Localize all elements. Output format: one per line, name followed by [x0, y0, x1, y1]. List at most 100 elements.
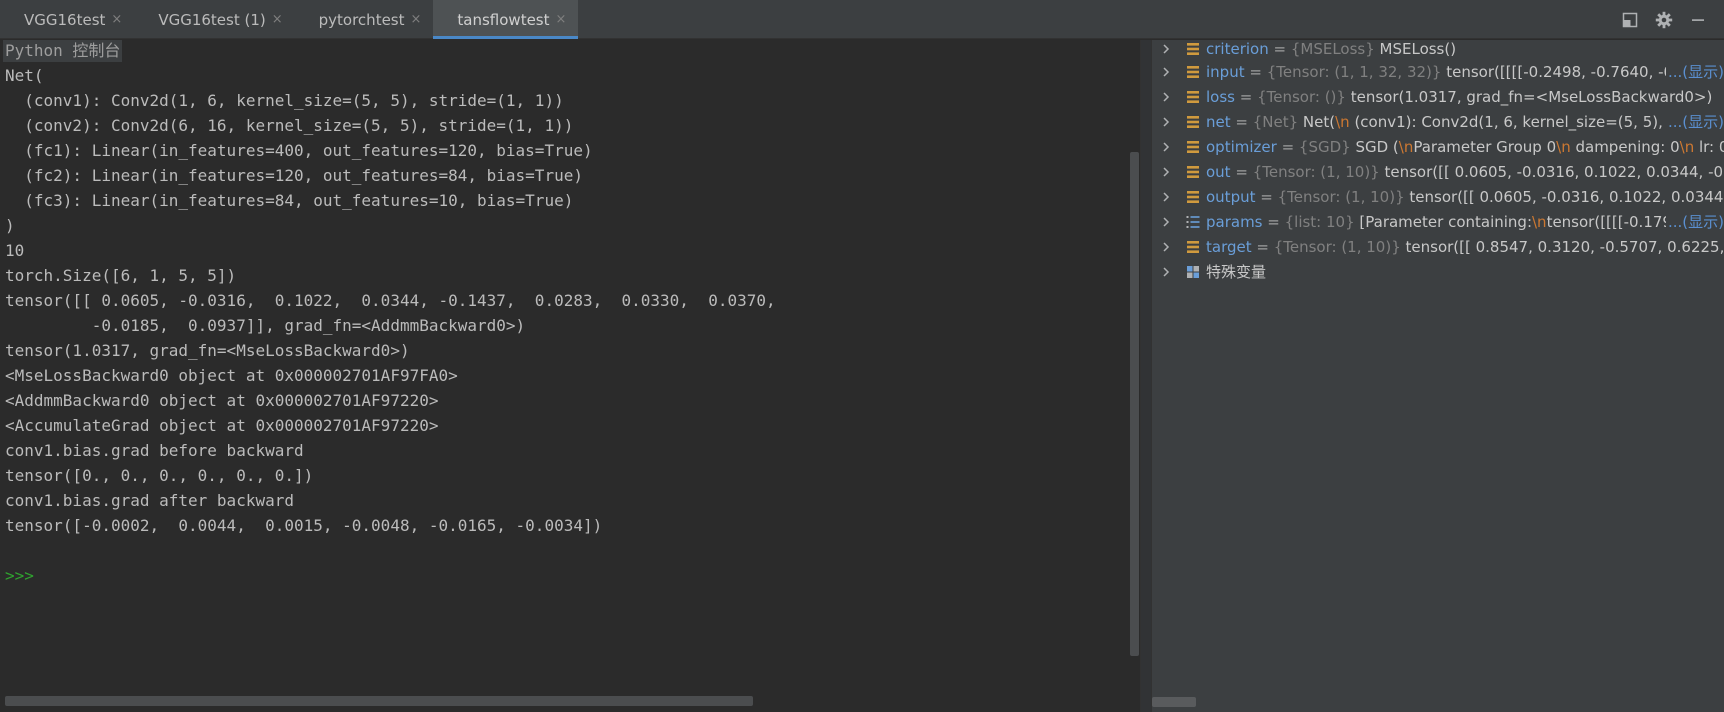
- escape-sequence: \n: [1335, 113, 1350, 131]
- close-icon[interactable]: ×: [411, 12, 422, 27]
- variable-row-target[interactable]: target = {Tensor: (1, 10)} tensor([[ 0.8…: [1152, 235, 1724, 259]
- console-horizontal-scrollbar[interactable]: [5, 696, 753, 706]
- show-more-link[interactable]: ...(显示): [1665, 60, 1724, 84]
- variables-horizontal-scrollbar[interactable]: [1152, 697, 1196, 707]
- variable-name: 特殊变量: [1206, 263, 1267, 281]
- variable-equals: =: [1234, 88, 1258, 106]
- variable-name: net: [1206, 113, 1231, 131]
- show-more-link[interactable]: ...(显示): [1665, 110, 1724, 134]
- console-prompt[interactable]: >>>: [5, 565, 34, 587]
- console-output-line: tensor([0., 0., 0., 0., 0., 0.]): [5, 466, 314, 485]
- variable-row-special-variables[interactable]: 特殊变量: [1152, 260, 1724, 284]
- variable-name: target: [1206, 238, 1252, 256]
- console-output-line: conv1.bias.grad after backward: [5, 491, 294, 510]
- chevron-right-icon[interactable]: [1160, 241, 1172, 253]
- variable-text: optimizer = {SGD} SGD (\nParameter Group…: [1206, 135, 1724, 159]
- field-icon: [1187, 116, 1199, 128]
- variable-row-criterion[interactable]: criterion = {MSELoss} MSELoss(): [1152, 40, 1724, 61]
- field-icon: [1187, 43, 1199, 55]
- chevron-right-icon[interactable]: [1160, 43, 1172, 55]
- field-icon: [1187, 66, 1199, 78]
- variable-row-out[interactable]: out = {Tensor: (1, 10)} tensor([[ 0.0605…: [1152, 160, 1724, 184]
- tab-vgg16test-1[interactable]: VGG16test (1) ×: [134, 0, 294, 39]
- console-header: Python 控制台: [3, 40, 123, 62]
- variable-row-input[interactable]: input = {Tensor: (1, 1, 32, 32)} tensor(…: [1152, 60, 1724, 84]
- minimize-icon[interactable]: [1686, 8, 1710, 32]
- console-output-line: 10: [5, 241, 25, 260]
- layout-icon[interactable]: [1618, 8, 1642, 32]
- variable-text: 特殊变量: [1206, 260, 1266, 284]
- console-output-line: <AddmmBackward0 object at 0x000002701AF9…: [5, 391, 439, 410]
- tab-label: VGG16test (1): [158, 10, 266, 29]
- variables-panel: criterion = {MSELoss} MSELoss() input = …: [1152, 40, 1724, 712]
- tab-label: tansflowtest: [457, 10, 550, 29]
- variable-name: output: [1206, 188, 1256, 206]
- escape-sequence: \n: [1679, 138, 1695, 156]
- tab-list: VGG16test × VGG16test (1) × pytorchtest …: [0, 0, 579, 39]
- variable-value: [Parameter containing:\ntensor([[[[-0.17…: [1354, 213, 1706, 231]
- chevron-right-icon[interactable]: [1160, 116, 1172, 128]
- console-output-line: -0.0185, 0.0937]], grad_fn=<AddmmBackwar…: [5, 316, 526, 335]
- variable-text: loss = {Tensor: ()} tensor(1.0317, grad_…: [1206, 85, 1712, 109]
- field-icon: [1187, 166, 1199, 178]
- variable-value: tensor([[ 0.0605, -0.0316, 0.1022, 0.034…: [1404, 188, 1724, 206]
- chevron-right-icon[interactable]: [1160, 91, 1172, 103]
- console-output-line: conv1.bias.grad before backward: [5, 441, 304, 460]
- variable-row-loss[interactable]: loss = {Tensor: ()} tensor(1.0317, grad_…: [1152, 85, 1724, 109]
- variable-text: output = {Tensor: (1, 10)} tensor([[ 0.0…: [1206, 185, 1724, 209]
- editor-tab-bar: VGG16test × VGG16test (1) × pytorchtest …: [0, 0, 1724, 39]
- console-output-line: tensor(1.0317, grad_fn=<MseLossBackward0…: [5, 341, 410, 360]
- chevron-right-icon[interactable]: [1160, 141, 1172, 153]
- console-output-line: torch.Size([6, 1, 5, 5]): [5, 266, 237, 285]
- field-icon: [1187, 241, 1199, 253]
- escape-sequence: \n: [1532, 213, 1547, 231]
- variable-type: {MSELoss}: [1290, 40, 1375, 58]
- console-output-line: (conv2): Conv2d(6, 16, kernel_size=(5, 5…: [5, 116, 574, 135]
- tab-toolbar: [1618, 0, 1724, 39]
- variable-row-params[interactable]: params = {list: 10} [Parameter containin…: [1152, 210, 1724, 234]
- python-console[interactable]: Python 控制台 Net( (conv1): Conv2d(1, 6, ke…: [0, 40, 1140, 712]
- chevron-right-icon[interactable]: [1160, 191, 1172, 203]
- variable-text: out = {Tensor: (1, 10)} tensor([[ 0.0605…: [1206, 160, 1724, 184]
- panel-divider[interactable]: [1140, 40, 1152, 712]
- variable-text: params = {list: 10} [Parameter containin…: [1206, 210, 1705, 234]
- variable-type: {Tensor: (1, 10)}: [1273, 238, 1401, 256]
- variable-row-net[interactable]: net = {Net} Net(\n (conv1): Conv2d(1, 6,…: [1152, 110, 1724, 134]
- chevron-right-icon[interactable]: [1160, 266, 1172, 278]
- variable-equals: =: [1268, 40, 1291, 58]
- variable-value: Net(\n (conv1): Conv2d(1, 6, kernel_size…: [1298, 113, 1700, 131]
- variable-equals: =: [1262, 213, 1285, 231]
- show-more-link[interactable]: ...(显示): [1665, 210, 1724, 234]
- console-vertical-scrollbar[interactable]: [1130, 152, 1139, 656]
- console-output-line: (conv1): Conv2d(1, 6, kernel_size=(5, 5)…: [5, 91, 564, 110]
- close-icon[interactable]: ×: [111, 12, 122, 27]
- variable-type: {Tensor: ()}: [1257, 88, 1346, 106]
- tab-tansflowtest[interactable]: tansflowtest ×: [433, 0, 579, 39]
- tab-vgg16test[interactable]: VGG16test ×: [0, 0, 134, 39]
- variable-value: MSELoss(): [1374, 40, 1457, 58]
- tab-label: pytorchtest: [318, 10, 405, 29]
- chevron-right-icon[interactable]: [1160, 166, 1172, 178]
- chevron-right-icon[interactable]: [1160, 216, 1172, 228]
- field-icon: [1187, 191, 1199, 203]
- tab-label: VGG16test: [24, 10, 106, 29]
- tab-pytorchtest[interactable]: pytorchtest ×: [295, 0, 434, 39]
- close-icon[interactable]: ×: [556, 12, 567, 27]
- variable-row-optimizer[interactable]: optimizer = {SGD} SGD (\nParameter Group…: [1152, 135, 1724, 159]
- variable-name: optimizer: [1206, 138, 1277, 156]
- variable-type: {Tensor: (1, 1, 32, 32)}: [1266, 63, 1442, 81]
- variable-equals: =: [1244, 63, 1267, 81]
- variable-equals: =: [1255, 188, 1278, 206]
- close-icon[interactable]: ×: [272, 12, 283, 27]
- variable-equals: =: [1230, 113, 1253, 131]
- chevron-right-icon[interactable]: [1160, 66, 1172, 78]
- gear-icon[interactable]: [1652, 8, 1676, 32]
- console-output-line: ): [5, 216, 15, 235]
- variable-type: {Tensor: (1, 10)}: [1277, 188, 1405, 206]
- variable-text: target = {Tensor: (1, 10)} tensor([[ 0.8…: [1206, 235, 1724, 259]
- variable-row-output[interactable]: output = {Tensor: (1, 10)} tensor([[ 0.0…: [1152, 185, 1724, 209]
- console-output-line: tensor([[ 0.0605, -0.0316, 0.1022, 0.034…: [5, 291, 776, 310]
- variable-value: tensor([[ 0.0605, -0.0316, 0.1022, 0.034…: [1379, 163, 1724, 181]
- field-icon: [1187, 141, 1199, 153]
- variable-text: input = {Tensor: (1, 1, 32, 32)} tensor(…: [1206, 60, 1706, 84]
